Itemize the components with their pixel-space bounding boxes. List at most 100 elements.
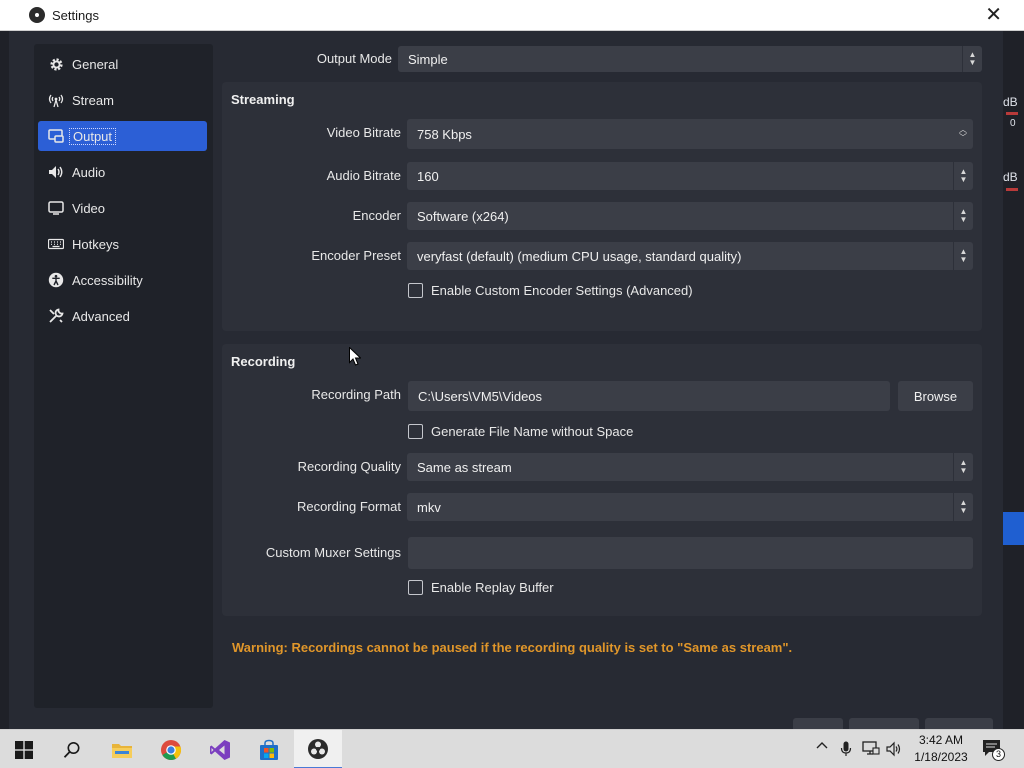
close-icon[interactable]: ✕ [985, 3, 1002, 27]
output-icon [48, 128, 64, 144]
no-space-filename-label: Generate File Name without Space [431, 424, 634, 439]
mouse-cursor-icon [349, 347, 361, 366]
encoder-preset-select[interactable]: veryfast (default) (medium CPU usage, st… [407, 242, 973, 270]
video-bitrate-label: Video Bitrate [326, 125, 401, 140]
updown-arrows-icon: ▲ ▼ [962, 46, 982, 72]
file-explorer-icon[interactable] [98, 730, 146, 768]
background-right-char: dB [1003, 170, 1018, 184]
updown-arrows-icon: ▲ ▼ [953, 493, 973, 521]
output-mode-value: Simple [408, 51, 448, 67]
microphone-icon[interactable] [840, 741, 852, 760]
gear-icon [48, 56, 64, 72]
sidebar-item-label: Accessibility [72, 272, 143, 288]
sidebar-item-hotkeys[interactable]: Hotkeys [38, 229, 207, 259]
search-icon[interactable] [48, 730, 96, 768]
recording-group-title: Recording [231, 354, 296, 369]
encoder-select[interactable]: Software (x264) ▲ ▼ [407, 202, 973, 230]
clock-date: 1/18/2023 [914, 750, 968, 764]
sidebar-item-label: Audio [72, 164, 106, 180]
sidebar-item-label: Stream [72, 92, 114, 108]
encoder-label: Encoder [352, 208, 401, 223]
sidebar-item-advanced[interactable]: Advanced [38, 301, 207, 331]
recording-format-label: Recording Format [296, 499, 401, 514]
updown-arrows-icon: ▲ ▼ [953, 202, 973, 230]
background-app-right-strip [1003, 30, 1024, 730]
sidebar-item-label: Video [72, 200, 106, 216]
obs-icon[interactable] [294, 730, 342, 768]
background-app-left-strip [0, 30, 9, 730]
encoder-preset-label: Encoder Preset [311, 248, 401, 263]
taskbar-clock[interactable]: 3:42 AM 1/18/2023 [905, 732, 977, 766]
checkbox-box[interactable] [408, 283, 423, 298]
sidebar-item-accessibility[interactable]: Accessibility [38, 265, 207, 295]
custom-encoder-label: Enable Custom Encoder Settings (Advanced… [431, 283, 693, 298]
sidebar-item-audio[interactable]: Audio [38, 157, 207, 187]
chevron-up-icon[interactable] [816, 740, 828, 755]
background-selected-tile [1003, 512, 1024, 545]
sidebar-item-label: Hotkeys [72, 236, 119, 252]
recording-quality-value: Same as stream [417, 459, 512, 475]
antenna-icon [48, 92, 64, 108]
speaker-icon [48, 164, 64, 180]
recording-quality-label: Recording Quality [297, 459, 401, 474]
settings-sidebar: General Stream Output Audio Video Hotkey… [34, 44, 213, 708]
background-right-char: dB [1003, 95, 1018, 109]
sidebar-item-label: General [72, 56, 119, 72]
sidebar-item-general[interactable]: General [38, 49, 207, 79]
custom-muxer-label: Custom Muxer Settings [265, 545, 401, 560]
sidebar-item-label: Advanced [72, 308, 130, 324]
monitor-icon [48, 200, 64, 216]
updown-arrows-icon: ▲ ▼ [953, 242, 973, 270]
encoder-preset-value: veryfast (default) (medium CPU usage, st… [417, 248, 742, 264]
updown-arrows-icon: ▲ ▼ [953, 162, 973, 190]
volume-icon[interactable] [886, 741, 902, 760]
network-icon[interactable] [862, 741, 880, 760]
visual-studio-icon[interactable] [196, 730, 244, 768]
background-right-char: 0 [1010, 118, 1016, 129]
checkbox-box[interactable] [408, 580, 423, 595]
notification-center-icon[interactable]: 3 [982, 739, 1005, 762]
windows-start-icon[interactable] [0, 730, 48, 768]
window-title: Settings [52, 8, 99, 23]
replay-buffer-checkbox[interactable]: Enable Replay Buffer [408, 580, 554, 595]
updown-arrows-icon: ▲ ▼ [953, 453, 973, 481]
custom-encoder-checkbox[interactable]: Enable Custom Encoder Settings (Advanced… [408, 283, 693, 298]
chrome-icon[interactable] [147, 730, 195, 768]
recording-warning: Warning: Recordings cannot be paused if … [232, 640, 793, 655]
audio-bitrate-select[interactable]: 160 ▲ ▼ [407, 162, 973, 190]
background-meter-bar [1006, 188, 1018, 191]
sidebar-item-video[interactable]: Video [38, 193, 207, 223]
recording-path-input[interactable]: C:\Users\VM5\Videos [408, 381, 890, 411]
settings-titlebar: Settings ✕ [0, 0, 1024, 31]
encoder-value: Software (x264) [417, 208, 509, 224]
audio-bitrate-value: 160 [417, 168, 439, 184]
windows-taskbar: 3:42 AM 1/18/2023 3 [0, 729, 1024, 768]
custom-muxer-input[interactable] [408, 537, 973, 569]
checkbox-box[interactable] [408, 424, 423, 439]
streaming-group-title: Streaming [231, 92, 295, 107]
audio-bitrate-label: Audio Bitrate [326, 168, 401, 183]
output-mode-label: Output Mode [316, 51, 392, 66]
sidebar-item-label: Output [69, 127, 117, 145]
recording-path-value: C:\Users\VM5\Videos [418, 388, 543, 404]
sidebar-item-stream[interactable]: Stream [38, 85, 207, 115]
accessibility-icon [48, 272, 64, 288]
recording-path-label: Recording Path [311, 387, 401, 402]
spinbox-arrows-icon[interactable]: ︿ ﹀ [953, 119, 973, 149]
video-bitrate-value: 758 Kbps [417, 126, 472, 142]
recording-format-select[interactable]: mkv ▲ ▼ [407, 493, 973, 521]
notification-count-badge: 3 [992, 748, 1005, 761]
video-bitrate-spinbox[interactable]: 758 Kbps ︿ ﹀ [407, 119, 973, 149]
replay-buffer-label: Enable Replay Buffer [431, 580, 554, 595]
wrench-icon [48, 308, 64, 324]
store-icon[interactable] [245, 730, 293, 768]
recording-format-value: mkv [417, 499, 441, 515]
output-mode-select[interactable]: Simple ▲ ▼ [398, 46, 982, 72]
recording-quality-select[interactable]: Same as stream ▲ ▼ [407, 453, 973, 481]
browse-button[interactable]: Browse [898, 381, 973, 411]
sidebar-item-output[interactable]: Output [38, 121, 207, 151]
no-space-filename-checkbox[interactable]: Generate File Name without Space [408, 424, 633, 439]
background-meter-bar [1006, 112, 1018, 115]
clock-time: 3:42 AM [918, 733, 964, 747]
keyboard-icon [48, 236, 64, 252]
